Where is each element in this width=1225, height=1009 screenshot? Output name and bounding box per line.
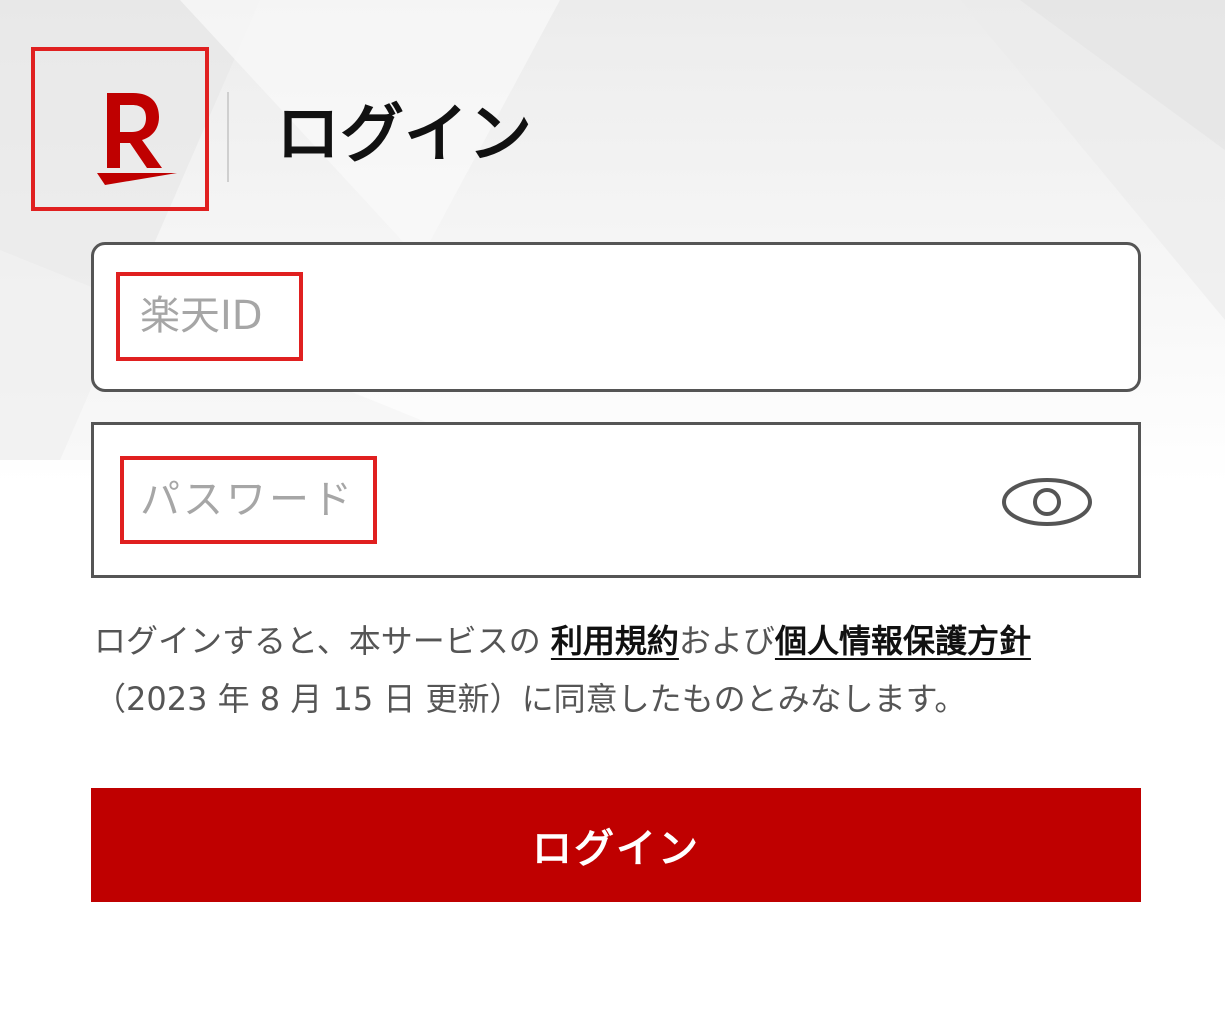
header-divider (227, 92, 229, 182)
privacy-policy-link[interactable]: 個人情報保護方針 (775, 622, 1031, 660)
terms-prefix: ログインすると、本サービスの (94, 622, 541, 660)
eye-icon (1002, 478, 1092, 526)
terms-suffix: に同意したものとみなします。 (521, 680, 967, 718)
terms-line-1: ログインすると、本サービスの 利用規約および個人情報保護方針 (94, 612, 1174, 670)
rakuten-r-logo-icon (97, 93, 177, 185)
terms-update-date: （2023 年 8 月 15 日 更新） (94, 680, 522, 718)
page-title: ログイン (276, 98, 532, 172)
terms-of-use-link[interactable]: 利用規約 (551, 622, 679, 660)
rakuten-logo[interactable] (31, 47, 209, 211)
terms-conjunction: および (678, 622, 775, 660)
terms-line-2: （2023 年 8 月 15 日 更新）に同意したものとみなします。 (94, 670, 1174, 728)
password-placeholder: パスワード (120, 456, 377, 544)
login-button[interactable]: ログイン (91, 788, 1141, 902)
rakuten-id-placeholder: 楽天ID (116, 272, 303, 361)
password-input[interactable]: パスワード (91, 422, 1141, 578)
show-password-button[interactable] (1000, 475, 1094, 529)
rakuten-id-input[interactable]: 楽天ID (91, 242, 1141, 392)
terms-notice: ログインすると、本サービスの 利用規約および個人情報保護方針 （2023 年 8… (94, 612, 1174, 728)
